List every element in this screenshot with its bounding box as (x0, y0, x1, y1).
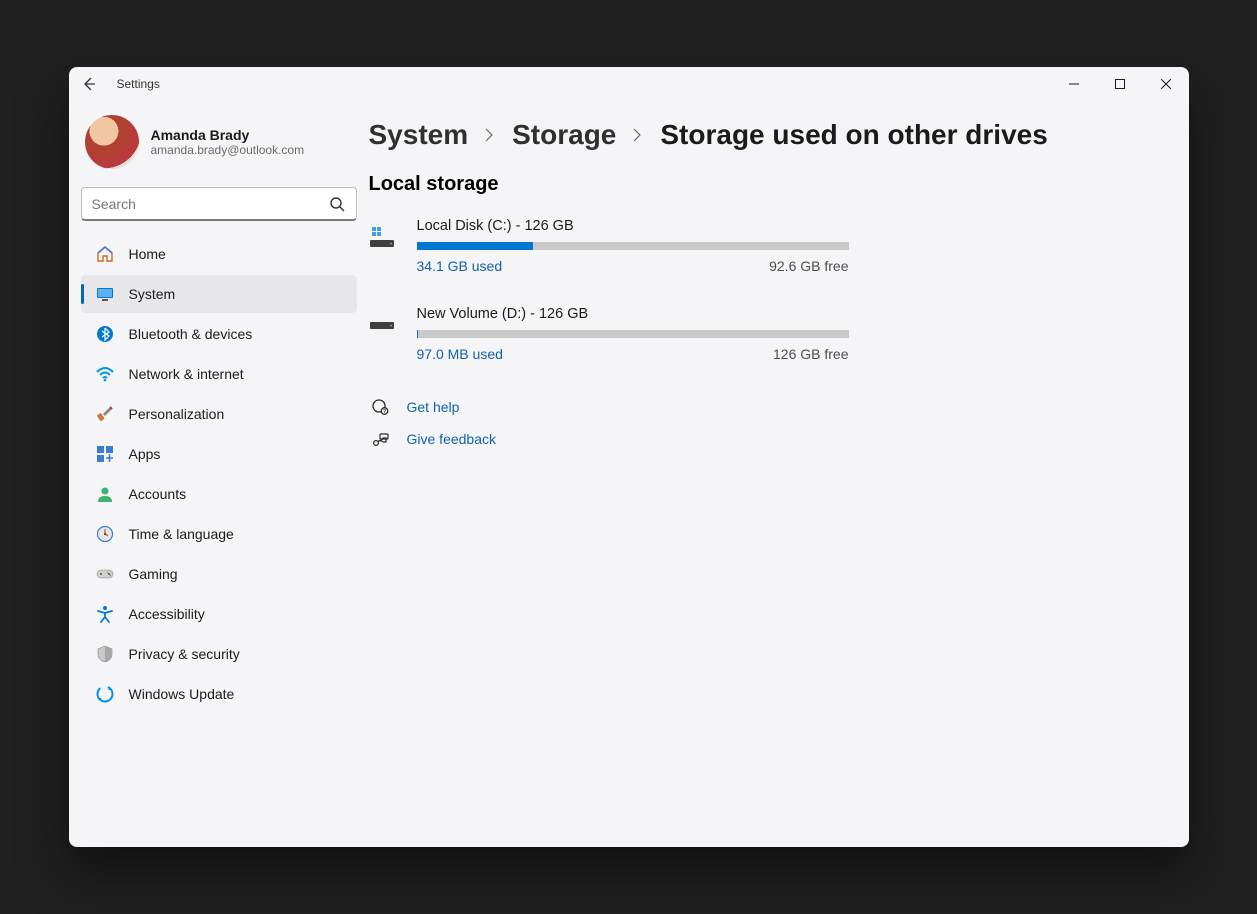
get-help-label: Get help (407, 399, 460, 415)
titlebar: Settings (69, 67, 1189, 101)
drive-title: New Volume (D:) - 126 GB (417, 306, 849, 322)
profile-email: amanda.brady@outlook.com (151, 143, 305, 157)
usage-bar (417, 242, 849, 250)
chevron-right-icon (482, 127, 498, 143)
back-button[interactable] (79, 74, 99, 94)
free-label: 126 GB free (773, 346, 849, 362)
sidebar-item-label: Time & language (129, 526, 234, 542)
sidebar-item-time[interactable]: Time & language (81, 515, 357, 553)
usage-bar-fill (417, 242, 534, 250)
search-input[interactable] (81, 187, 357, 221)
free-label: 92.6 GB free (769, 258, 848, 274)
search-row (81, 187, 357, 221)
personalization-icon (95, 404, 115, 424)
accessibility-icon (95, 604, 115, 624)
sidebar-item-label: Home (129, 246, 166, 262)
usage-bar (417, 330, 849, 338)
window-title: Settings (117, 77, 160, 91)
sidebar-item-personalization[interactable]: Personalization (81, 395, 357, 433)
sidebar-item-label: Apps (129, 446, 161, 462)
time-icon (95, 524, 115, 544)
get-help-link[interactable]: ? Get help (369, 398, 1149, 416)
drive-icon (369, 306, 399, 362)
privacy-icon (95, 644, 115, 664)
svg-text:?: ? (382, 409, 385, 415)
update-icon (95, 684, 115, 704)
drive-d[interactable]: New Volume (D:) - 126 GB 97.0 MB used 126 … (369, 306, 849, 362)
content: System Storage Storage used on other dri… (369, 101, 1189, 847)
give-feedback-link[interactable]: Give feedback (369, 430, 1149, 448)
used-label: 34.1 GB used (417, 258, 503, 274)
sidebar-item-update[interactable]: Windows Update (81, 675, 357, 713)
sidebar-item-accounts[interactable]: Accounts (81, 475, 357, 513)
sidebar-item-bluetooth[interactable]: Bluetooth & devices (81, 315, 357, 353)
nav-list: Home System Bluetooth & devices Network & i… (81, 235, 357, 713)
accounts-icon (95, 484, 115, 504)
help-icon: ? (369, 398, 391, 416)
sidebar-item-apps[interactable]: Apps (81, 435, 357, 473)
breadcrumb-storage[interactable]: Storage (512, 119, 616, 151)
minimize-button[interactable] (1051, 67, 1097, 101)
network-icon (95, 364, 115, 384)
sidebar-item-label: Accessibility (129, 606, 205, 622)
sidebar-item-label: Bluetooth & devices (129, 326, 253, 342)
sidebar-item-label: Privacy & security (129, 646, 240, 662)
breadcrumb-system[interactable]: System (369, 119, 469, 151)
drive-icon (369, 218, 399, 274)
sidebar-item-label: Network & internet (129, 366, 244, 382)
sidebar-item-system[interactable]: System (81, 275, 357, 313)
chevron-right-icon (630, 127, 646, 143)
sidebar-item-privacy[interactable]: Privacy & security (81, 635, 357, 673)
sidebar: Amanda Brady amanda.brady@outlook.com Ho… (69, 101, 369, 847)
profile-name: Amanda Brady (151, 127, 305, 143)
sidebar-item-network[interactable]: Network & internet (81, 355, 357, 393)
bluetooth-icon (95, 324, 115, 344)
sidebar-item-home[interactable]: Home (81, 235, 357, 273)
feedback-icon (369, 430, 391, 448)
sidebar-item-label: Windows Update (129, 686, 235, 702)
sidebar-item-accessibility[interactable]: Accessibility (81, 595, 357, 633)
maximize-button[interactable] (1097, 67, 1143, 101)
close-button[interactable] (1143, 67, 1189, 101)
settings-window: Settings Amanda Brady amanda.brady@outlo… (69, 67, 1189, 847)
sidebar-item-label: Gaming (129, 566, 178, 582)
gaming-icon (95, 564, 115, 584)
sidebar-item-label: Personalization (129, 406, 225, 422)
search-icon[interactable] (321, 187, 353, 221)
home-icon (95, 244, 115, 264)
breadcrumb: System Storage Storage used on other dri… (369, 119, 1149, 151)
sidebar-item-label: System (129, 286, 176, 302)
drive-title: Local Disk (C:) - 126 GB (417, 218, 849, 234)
apps-icon (95, 444, 115, 464)
used-label: 97.0 MB used (417, 346, 503, 362)
avatar (85, 115, 139, 169)
sidebar-item-gaming[interactable]: Gaming (81, 555, 357, 593)
section-title: Local storage (369, 173, 1149, 196)
breadcrumb-current: Storage used on other drives (660, 119, 1047, 151)
profile-block[interactable]: Amanda Brady amanda.brady@outlook.com (81, 109, 357, 183)
system-icon (95, 284, 115, 304)
sidebar-item-label: Accounts (129, 486, 187, 502)
give-feedback-label: Give feedback (407, 431, 497, 447)
drive-c[interactable]: Local Disk (C:) - 126 GB 34.1 GB used 92.6… (369, 218, 849, 274)
